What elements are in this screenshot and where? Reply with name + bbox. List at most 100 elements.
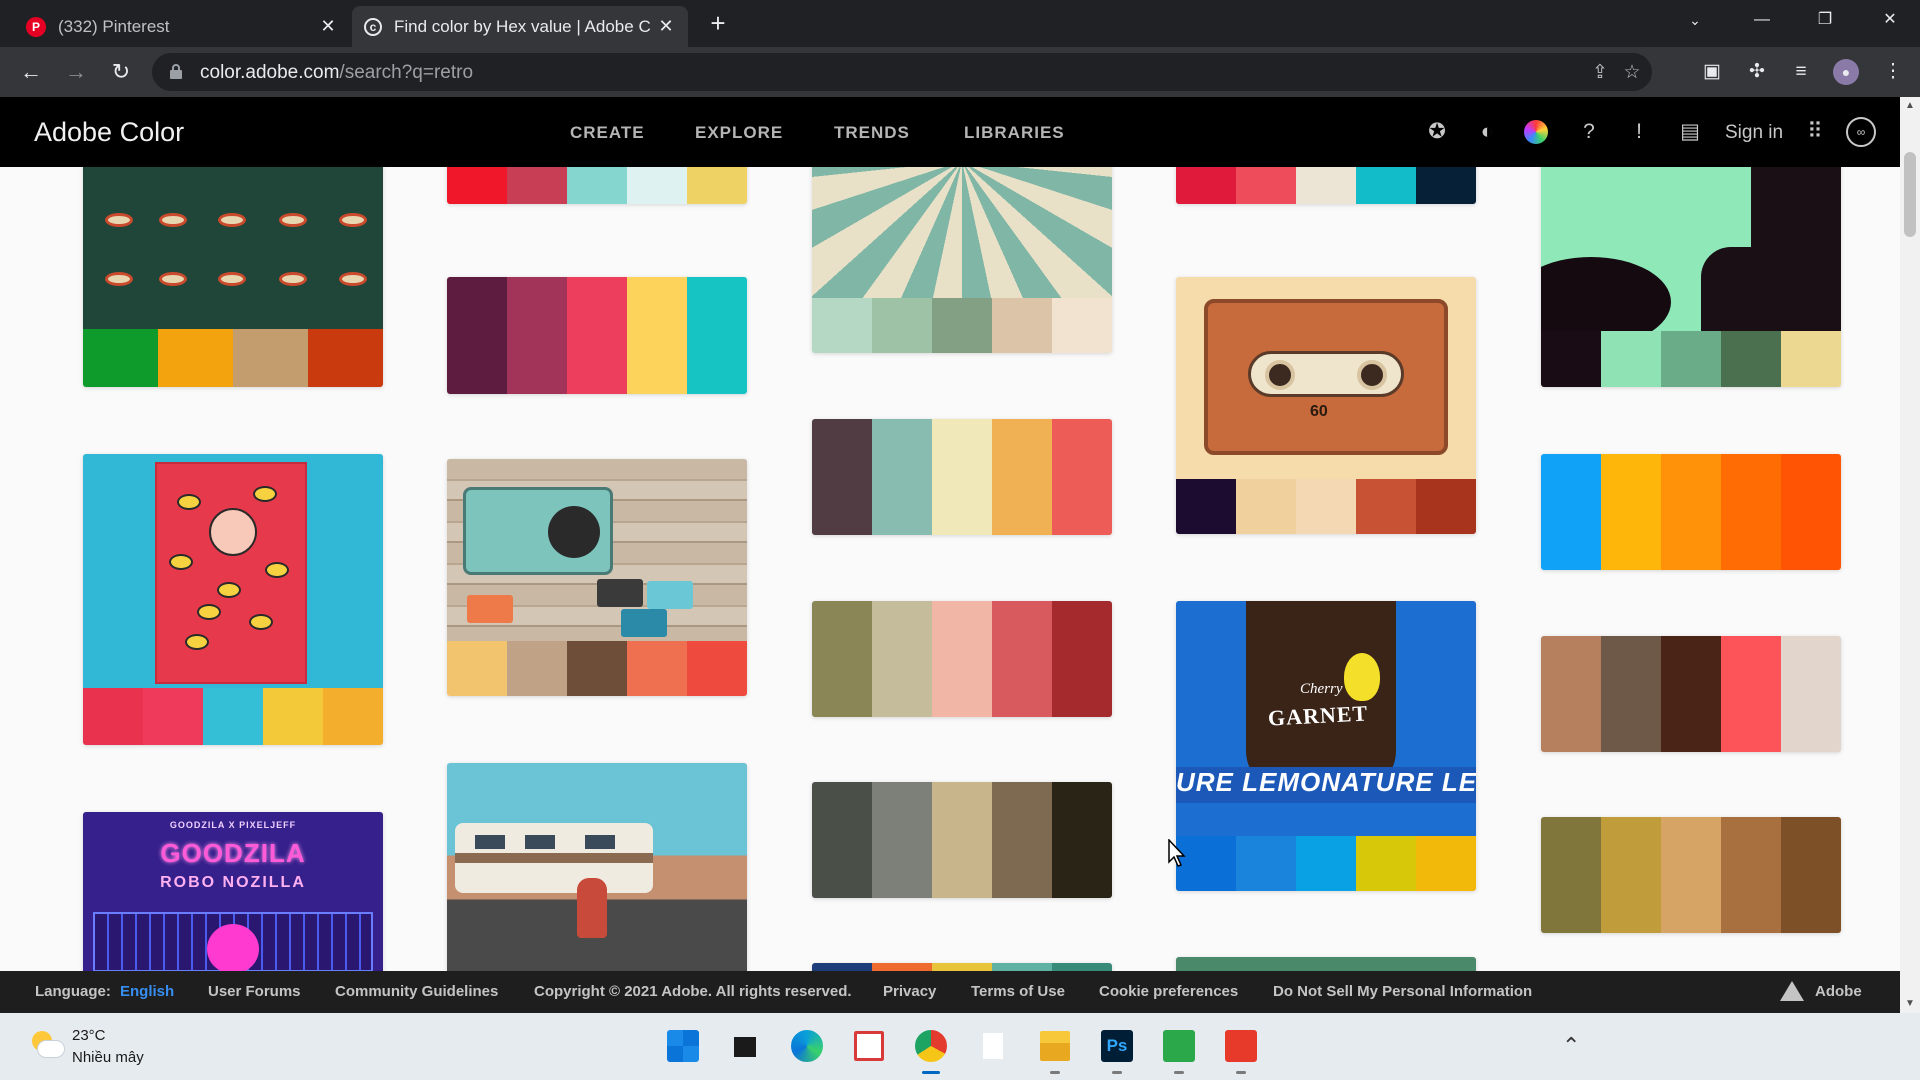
- color-swatch[interactable]: [1541, 331, 1601, 387]
- camtasia-recorder-icon[interactable]: [1222, 1027, 1260, 1065]
- color-swatch[interactable]: [1781, 817, 1841, 933]
- color-swatch[interactable]: [1416, 479, 1476, 534]
- color-swatch[interactable]: [1601, 331, 1661, 387]
- color-swatch[interactable]: [1416, 167, 1476, 204]
- color-swatch[interactable]: [992, 782, 1052, 898]
- color-swatch[interactable]: [447, 167, 507, 204]
- color-swatch[interactable]: [627, 167, 687, 204]
- scroll-up-icon[interactable]: ▲: [1900, 97, 1920, 115]
- color-swatch[interactable]: [143, 688, 203, 745]
- theme-card[interactable]: [812, 601, 1112, 717]
- color-swatch[interactable]: [567, 641, 627, 696]
- extension-icon[interactable]: ▣: [1699, 59, 1725, 85]
- color-swatch[interactable]: [1052, 419, 1112, 535]
- color-swatch[interactable]: [308, 329, 383, 387]
- color-swatch[interactable]: [1356, 479, 1416, 534]
- apps-grid-icon[interactable]: ⠿: [1802, 119, 1828, 145]
- scroll-down-icon[interactable]: ▼: [1900, 995, 1920, 1013]
- footer-link-community-guidelines[interactable]: Community Guidelines: [335, 983, 498, 1000]
- new-tab-button[interactable]: +: [703, 8, 733, 38]
- scroll-thumb[interactable]: [1904, 152, 1916, 237]
- page-scrollbar[interactable]: ▲ ▼: [1900, 97, 1920, 1013]
- color-swatch[interactable]: [812, 298, 872, 353]
- color-swatch[interactable]: [687, 167, 747, 204]
- color-swatch[interactable]: [83, 688, 143, 745]
- color-swatch[interactable]: [1661, 454, 1721, 570]
- color-swatch[interactable]: [1296, 479, 1356, 534]
- lock-icon[interactable]: [170, 64, 182, 79]
- color-swatch[interactable]: [1601, 636, 1661, 752]
- color-swatch[interactable]: [932, 963, 992, 971]
- color-swatch[interactable]: [627, 641, 687, 696]
- color-swatch[interactable]: [1781, 454, 1841, 570]
- color-swatch[interactable]: [932, 298, 992, 353]
- color-swatch[interactable]: [1541, 817, 1601, 933]
- theme-card[interactable]: [447, 167, 747, 204]
- color-swatch[interactable]: [812, 419, 872, 535]
- nav-create[interactable]: CREATE: [570, 123, 645, 143]
- notepad-icon[interactable]: [974, 1027, 1012, 1065]
- color-swatch[interactable]: [507, 641, 567, 696]
- back-icon[interactable]: ←: [16, 57, 46, 87]
- puzzle-icon[interactable]: ✣: [1744, 59, 1770, 85]
- color-swatch[interactable]: [812, 601, 872, 717]
- color-swatch[interactable]: [812, 963, 872, 971]
- chat-icon[interactable]: ▤: [1677, 119, 1703, 145]
- theme-card[interactable]: [812, 419, 1112, 535]
- color-swatch[interactable]: [627, 277, 687, 394]
- color-swatch[interactable]: [507, 277, 567, 394]
- color-swatch[interactable]: [1356, 167, 1416, 204]
- color-swatch[interactable]: [1176, 479, 1236, 534]
- tab-adobe-color[interactable]: c Find color by Hex value | Adobe C ✕: [352, 6, 688, 47]
- restore-icon[interactable]: ❐: [1800, 0, 1850, 40]
- color-swatch[interactable]: [872, 419, 932, 535]
- start-icon[interactable]: [664, 1027, 702, 1065]
- theme-card[interactable]: [1176, 167, 1476, 204]
- brand-logo[interactable]: Adobe Color: [34, 117, 184, 148]
- color-swatch[interactable]: [932, 419, 992, 535]
- color-swatch[interactable]: [872, 601, 932, 717]
- profile-avatar[interactable]: ●: [1833, 59, 1859, 85]
- color-swatch[interactable]: [1236, 836, 1296, 891]
- adobe-brand-text[interactable]: Adobe: [1815, 983, 1862, 1000]
- color-swatch[interactable]: [812, 782, 872, 898]
- color-swatch[interactable]: [1356, 836, 1416, 891]
- minimize-icon[interactable]: —: [1737, 0, 1787, 40]
- color-swatch[interactable]: [872, 963, 932, 971]
- footer-link-user-forums[interactable]: User Forums: [208, 983, 301, 1000]
- color-swatch[interactable]: [932, 782, 992, 898]
- creative-cloud-icon[interactable]: ∞: [1846, 117, 1876, 147]
- camtasia-icon[interactable]: [1160, 1027, 1198, 1065]
- theme-card[interactable]: [1541, 167, 1841, 387]
- share-icon[interactable]: ⇪: [1588, 61, 1612, 85]
- theme-card[interactable]: Cherry GARNET URE LEMONATURE LEI: [1176, 601, 1476, 891]
- theme-card[interactable]: [447, 763, 747, 971]
- reload-icon[interactable]: ↻: [106, 57, 136, 87]
- url-text[interactable]: color.adobe.com/search?q=retro: [200, 62, 473, 84]
- color-swatch[interactable]: [1541, 454, 1601, 570]
- edge-icon[interactable]: [788, 1027, 826, 1065]
- photoshop-icon[interactable]: Ps: [1098, 1027, 1136, 1065]
- nav-explore[interactable]: EXPLORE: [695, 123, 783, 143]
- theme-card[interactable]: [447, 277, 747, 394]
- theme-card[interactable]: GOODZILA X PIXELJEFF GOODZILA ROBO NOZIL…: [83, 812, 383, 971]
- color-swatch[interactable]: [83, 329, 158, 387]
- color-swatch[interactable]: [1601, 454, 1661, 570]
- color-swatch[interactable]: [992, 298, 1052, 353]
- color-swatch[interactable]: [992, 419, 1052, 535]
- language-selector[interactable]: English: [120, 983, 174, 1000]
- color-swatch[interactable]: [1176, 957, 1476, 971]
- color-swatch[interactable]: [687, 641, 747, 696]
- color-swatch[interactable]: [1661, 817, 1721, 933]
- color-swatch[interactable]: [1541, 636, 1601, 752]
- task-view-icon[interactable]: [726, 1027, 764, 1065]
- color-swatch[interactable]: [1416, 836, 1476, 891]
- color-swatch[interactable]: [932, 601, 992, 717]
- color-swatch[interactable]: [1296, 167, 1356, 204]
- color-swatch[interactable]: [507, 167, 567, 204]
- theme-card[interactable]: [1541, 817, 1841, 933]
- close-tab-icon[interactable]: ✕: [656, 16, 676, 37]
- color-swatch[interactable]: [1052, 963, 1112, 971]
- theme-card[interactable]: [83, 454, 383, 745]
- forward-icon[interactable]: →: [61, 57, 91, 87]
